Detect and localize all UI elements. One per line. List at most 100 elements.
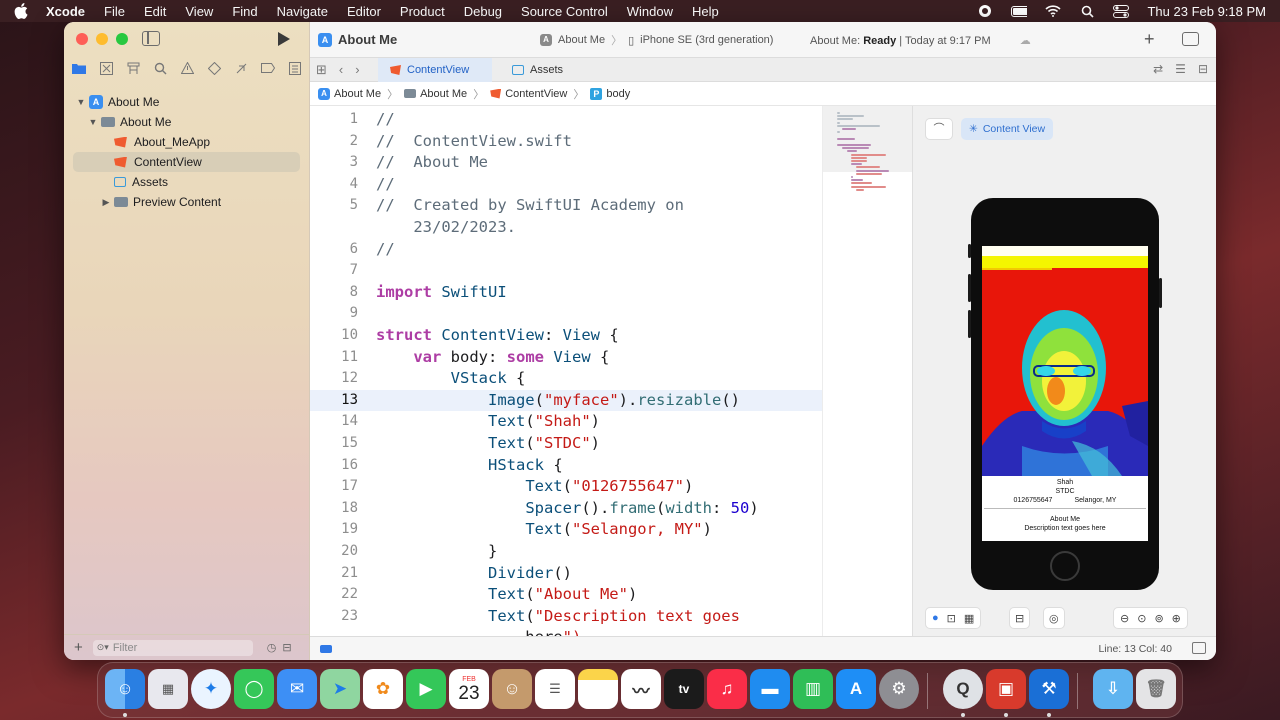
breadcrumb-item-group[interactable]: About Me bbox=[404, 88, 467, 100]
zoom-100-icon[interactable]: ⊚ bbox=[1154, 612, 1163, 625]
filter-field[interactable]: ⊙▾ Filter bbox=[92, 639, 253, 656]
variants-icon[interactable]: ▦ bbox=[964, 612, 974, 625]
clock[interactable]: Thu 23 Feb 9:18 PM bbox=[1147, 4, 1266, 19]
code-line[interactable]: 6 // bbox=[310, 239, 822, 261]
menu-edit[interactable]: Edit bbox=[144, 4, 166, 19]
notes-icon[interactable] bbox=[578, 669, 618, 709]
menu-product[interactable]: Product bbox=[400, 4, 445, 19]
editor-options-icon[interactable]: ☰ bbox=[1175, 62, 1186, 76]
test-navigator-icon[interactable] bbox=[207, 61, 221, 76]
run-icon[interactable] bbox=[278, 32, 290, 46]
code-line[interactable]: 19 Text("Selangor, MY") bbox=[310, 519, 822, 541]
debug-area-panel-icon[interactable] bbox=[1192, 642, 1206, 654]
project-title[interactable]: A About Me bbox=[318, 32, 397, 47]
music-icon[interactable]: ♫ bbox=[707, 669, 747, 709]
zoom-in-icon[interactable]: ⊕ bbox=[1172, 612, 1181, 625]
menu-window[interactable]: Window bbox=[627, 4, 673, 19]
issue-navigator-icon[interactable] bbox=[180, 61, 194, 76]
apple-menu-icon[interactable] bbox=[14, 3, 28, 19]
battery-icon[interactable] bbox=[1011, 4, 1028, 18]
code-line[interactable]: 8 import SwiftUI bbox=[310, 282, 822, 304]
tree-item-project[interactable]: ▼ A About Me bbox=[64, 92, 310, 112]
code-line[interactable]: 4 // bbox=[310, 174, 822, 196]
code-line[interactable]: 23 Text("Description text goes bbox=[310, 606, 822, 628]
scheme-selector[interactable]: A About Me 〉 ▯ iPhone SE (3rd generation… bbox=[540, 31, 773, 49]
quicktime-icon[interactable]: Q bbox=[943, 669, 983, 709]
spotlight-icon[interactable] bbox=[1079, 4, 1095, 18]
recent-files-icon[interactable]: ◷ bbox=[267, 641, 277, 654]
keynote-icon[interactable]: ▬ bbox=[750, 669, 790, 709]
code-line[interactable]: here") bbox=[310, 627, 822, 636]
device-settings-button[interactable]: ⊟ bbox=[1009, 607, 1031, 629]
record-icon[interactable] bbox=[977, 4, 993, 18]
mail-icon[interactable]: ✉ bbox=[277, 669, 317, 709]
filter-options-icon[interactable]: ⊙▾ bbox=[97, 642, 109, 653]
inspector-toggle-icon[interactable] bbox=[1182, 32, 1199, 46]
calendar-icon[interactable]: FEB 23 bbox=[449, 669, 489, 709]
code-line[interactable]: 13 Image("myface").resizable() bbox=[310, 389, 822, 412]
preview-content-view-button[interactable]: ✳ Content View bbox=[961, 118, 1054, 140]
trash-icon[interactable]: 🗑 bbox=[1136, 669, 1176, 709]
menu-source-control[interactable]: Source Control bbox=[521, 4, 608, 19]
safari-icon[interactable]: ✦ bbox=[191, 669, 231, 709]
code-line[interactable]: 16 HStack { bbox=[310, 455, 822, 477]
tree-item-group[interactable]: ▼ About Me bbox=[64, 112, 310, 132]
code-line[interactable]: 12 VStack { bbox=[310, 368, 822, 390]
breadcrumb-item-project[interactable]: A About Me bbox=[318, 87, 381, 100]
project-navigator-icon[interactable] bbox=[72, 62, 86, 76]
tree-item-file[interactable]: About_MeApp bbox=[64, 132, 310, 152]
control-center-icon[interactable] bbox=[1113, 4, 1130, 18]
run-destination[interactable]: iPhone SE (3rd generation) bbox=[640, 34, 773, 46]
reminders-icon[interactable]: ☰ bbox=[535, 669, 575, 709]
maps-icon[interactable]: ➤ bbox=[320, 669, 360, 709]
menu-find[interactable]: Find bbox=[232, 4, 257, 19]
add-icon[interactable]: + bbox=[74, 639, 83, 656]
code-line[interactable]: 2 // ContentView.swift bbox=[310, 131, 822, 153]
code-line[interactable]: 3 // About Me bbox=[310, 152, 822, 174]
tree-item-group[interactable]: ▶ Preview Content bbox=[64, 192, 310, 212]
code-line[interactable]: 1 // bbox=[310, 109, 822, 131]
numbers-icon[interactable]: ▥ bbox=[793, 669, 833, 709]
menu-editor[interactable]: Editor bbox=[347, 4, 381, 19]
find-navigator-icon[interactable] bbox=[153, 62, 167, 76]
debug-area-toggle-icon[interactable] bbox=[320, 645, 332, 653]
menu-help[interactable]: Help bbox=[692, 4, 719, 19]
code-line[interactable]: 18 Spacer().frame(width: 50) bbox=[310, 498, 822, 520]
split-editor-icon[interactable]: ⊟ bbox=[1198, 62, 1208, 76]
facetime-icon[interactable]: ▶ bbox=[406, 669, 446, 709]
code-line[interactable]: 9 bbox=[310, 303, 822, 325]
menu-navigate[interactable]: Navigate bbox=[277, 4, 328, 19]
zoom-fit-icon[interactable]: ⊙ bbox=[1137, 612, 1146, 625]
code-line[interactable]: 17 Text("0126755647") bbox=[310, 476, 822, 498]
launchpad-icon[interactable]: ▦ bbox=[148, 669, 188, 709]
source-control-navigator-icon[interactable] bbox=[99, 62, 113, 76]
live-mode-icon[interactable]: ● bbox=[932, 612, 939, 624]
zoom-out-icon[interactable]: ⊖ bbox=[1120, 612, 1129, 625]
sidebar-toggle-icon[interactable] bbox=[142, 31, 160, 46]
scheme-name[interactable]: About Me bbox=[558, 34, 605, 46]
breakpoint-navigator-icon[interactable] bbox=[261, 62, 276, 76]
pin-icon[interactable]: ⌒ bbox=[925, 118, 953, 140]
code-line[interactable]: 14 Text("Shah") bbox=[310, 411, 822, 433]
photo-booth-icon[interactable]: ▣ bbox=[986, 669, 1026, 709]
code-line[interactable]: 22 Text("About Me") bbox=[310, 584, 822, 606]
code-line[interactable]: 21 Divider() bbox=[310, 563, 822, 585]
close-window-button[interactable] bbox=[76, 33, 88, 45]
report-navigator-icon[interactable] bbox=[288, 62, 302, 76]
scm-filter-icon[interactable]: ⊟ bbox=[282, 641, 291, 654]
downloads-folder-icon[interactable]: ⇩ bbox=[1093, 669, 1133, 709]
menu-view[interactable]: View bbox=[185, 4, 213, 19]
menu-debug[interactable]: Debug bbox=[464, 4, 502, 19]
code-line[interactable]: 5 // Created by SwiftUI Academy on bbox=[310, 195, 822, 217]
breadcrumb-item-symbol[interactable]: P body bbox=[590, 87, 630, 100]
menu-app-name[interactable]: Xcode bbox=[46, 4, 85, 19]
back-icon[interactable]: ‹ bbox=[339, 62, 343, 78]
messages-icon[interactable]: ◯ bbox=[234, 669, 274, 709]
disclosure-open-icon[interactable]: ▼ bbox=[76, 97, 86, 107]
system-settings-icon[interactable]: ⚙ bbox=[879, 669, 919, 709]
code-line[interactable]: 20 } bbox=[310, 541, 822, 563]
finder-icon[interactable]: ☺ bbox=[105, 669, 145, 709]
contacts-icon[interactable]: ☺ bbox=[492, 669, 532, 709]
forward-icon[interactable]: › bbox=[355, 62, 359, 78]
code-line[interactable]: 7 bbox=[310, 260, 822, 282]
